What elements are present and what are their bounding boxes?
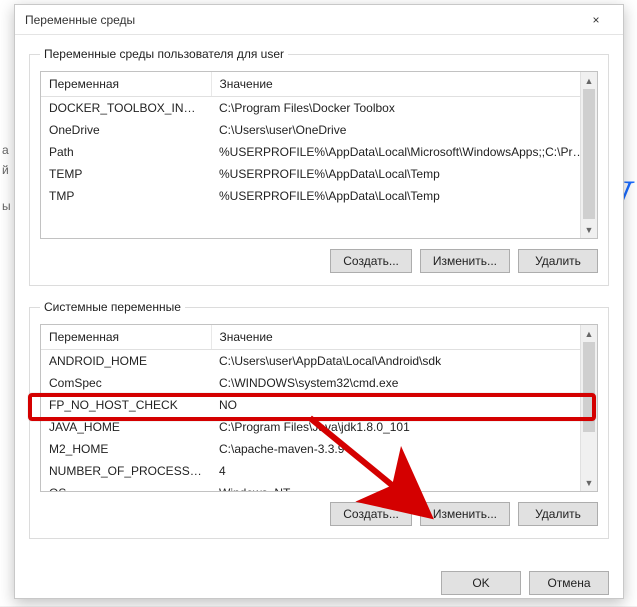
user-edit-button[interactable]: Изменить... <box>420 249 510 273</box>
close-icon: × <box>592 13 599 27</box>
col-header-value[interactable]: Значение <box>211 72 597 97</box>
cell-value: C:\WINDOWS\system32\cmd.exe <box>211 372 597 394</box>
cell-name: Path <box>41 141 211 163</box>
system-vars-table-wrap: Переменная Значение ANDROID_HOMEC:\Users… <box>40 324 598 492</box>
user-vars-legend: Переменные среды пользователя для user <box>40 47 288 61</box>
cell-value: C:\Program Files\Docker Toolbox <box>211 97 597 120</box>
table-row[interactable]: DOCKER_TOOLBOX_INSTAL...C:\Program Files… <box>41 97 597 120</box>
table-row[interactable]: FP_NO_HOST_CHECKNO <box>41 394 597 416</box>
cell-value: C:\Program Files\Java\jdk1.8.0_101 <box>211 416 597 438</box>
scroll-thumb[interactable] <box>583 89 595 219</box>
user-create-button[interactable]: Создать... <box>330 249 412 273</box>
table-row[interactable]: NUMBER_OF_PROCESSORS4 <box>41 460 597 482</box>
table-row[interactable]: ComSpecC:\WINDOWS\system32\cmd.exe <box>41 372 597 394</box>
dialog-content: Переменные среды пользователя для user П… <box>15 35 623 563</box>
cell-value: Windows_NT <box>211 482 597 492</box>
close-button[interactable]: × <box>579 9 613 31</box>
cell-value: %USERPROFILE%\AppData\Local\Temp <box>211 163 597 185</box>
scroll-thumb[interactable] <box>583 342 595 432</box>
cell-name: NUMBER_OF_PROCESSORS <box>41 460 211 482</box>
background-text: а й ы <box>2 140 11 216</box>
system-vars-scrollbar[interactable]: ▲ ▼ <box>580 325 597 491</box>
system-delete-button[interactable]: Удалить <box>518 502 598 526</box>
cell-name: ANDROID_HOME <box>41 350 211 373</box>
table-row[interactable]: Path%USERPROFILE%\AppData\Local\Microsof… <box>41 141 597 163</box>
col-header-name[interactable]: Переменная <box>41 72 211 97</box>
window-title: Переменные среды <box>25 13 135 27</box>
cell-name: TEMP <box>41 163 211 185</box>
cell-value: %USERPROFILE%\AppData\Local\Temp <box>211 185 597 207</box>
user-delete-button[interactable]: Удалить <box>518 249 598 273</box>
user-vars-buttons: Создать... Изменить... Удалить <box>40 249 598 273</box>
cell-name: ComSpec <box>41 372 211 394</box>
scroll-down-icon[interactable]: ▼ <box>581 474 597 491</box>
table-row[interactable]: OneDriveC:\Users\user\OneDrive <box>41 119 597 141</box>
system-vars-group: Системные переменные Переменная Значение… <box>29 300 609 539</box>
cell-value: C:\Users\user\AppData\Local\Android\sdk <box>211 350 597 373</box>
scroll-up-icon[interactable]: ▲ <box>581 325 597 342</box>
ok-button[interactable]: OK <box>441 571 521 595</box>
cell-name: JAVA_HOME <box>41 416 211 438</box>
table-row[interactable]: JAVA_HOMEC:\Program Files\Java\jdk1.8.0_… <box>41 416 597 438</box>
table-row[interactable]: M2_HOMEC:\apache-maven-3.3.9 <box>41 438 597 460</box>
cell-value: NO <box>211 394 597 416</box>
cell-value: %USERPROFILE%\AppData\Local\Microsoft\Wi… <box>211 141 597 163</box>
cell-name: TMP <box>41 185 211 207</box>
table-row[interactable]: TEMP%USERPROFILE%\AppData\Local\Temp <box>41 163 597 185</box>
user-vars-scrollbar[interactable]: ▲ ▼ <box>580 72 597 238</box>
system-vars-buttons: Создать... Изменить... Удалить <box>40 502 598 526</box>
table-row[interactable]: TMP%USERPROFILE%\AppData\Local\Temp <box>41 185 597 207</box>
cell-name: DOCKER_TOOLBOX_INSTAL... <box>41 97 211 120</box>
cell-name: OneDrive <box>41 119 211 141</box>
user-vars-table: Переменная Значение DOCKER_TOOLBOX_INSTA… <box>41 72 597 207</box>
system-edit-button[interactable]: Изменить... <box>420 502 510 526</box>
col-header-value[interactable]: Значение <box>211 325 597 350</box>
cell-name: M2_HOME <box>41 438 211 460</box>
table-row[interactable]: ANDROID_HOMEC:\Users\user\AppData\Local\… <box>41 350 597 373</box>
cell-name: FP_NO_HOST_CHECK <box>41 394 211 416</box>
cell-value: C:\apache-maven-3.3.9 <box>211 438 597 460</box>
system-vars-table: Переменная Значение ANDROID_HOMEC:\Users… <box>41 325 597 492</box>
scroll-down-icon[interactable]: ▼ <box>581 221 597 238</box>
user-vars-group: Переменные среды пользователя для user П… <box>29 47 609 286</box>
cell-value: 4 <box>211 460 597 482</box>
cell-value: C:\Users\user\OneDrive <box>211 119 597 141</box>
system-create-button[interactable]: Создать... <box>330 502 412 526</box>
dialog-buttons: OK Отмена <box>15 563 623 607</box>
table-row[interactable]: OSWindows_NT <box>41 482 597 492</box>
system-vars-legend: Системные переменные <box>40 300 185 314</box>
cell-name: OS <box>41 482 211 492</box>
titlebar: Переменные среды × <box>15 5 623 35</box>
col-header-name[interactable]: Переменная <box>41 325 211 350</box>
env-vars-dialog: Переменные среды × Переменные среды поль… <box>14 4 624 599</box>
user-vars-table-wrap: Переменная Значение DOCKER_TOOLBOX_INSTA… <box>40 71 598 239</box>
cancel-button[interactable]: Отмена <box>529 571 609 595</box>
scroll-up-icon[interactable]: ▲ <box>581 72 597 89</box>
